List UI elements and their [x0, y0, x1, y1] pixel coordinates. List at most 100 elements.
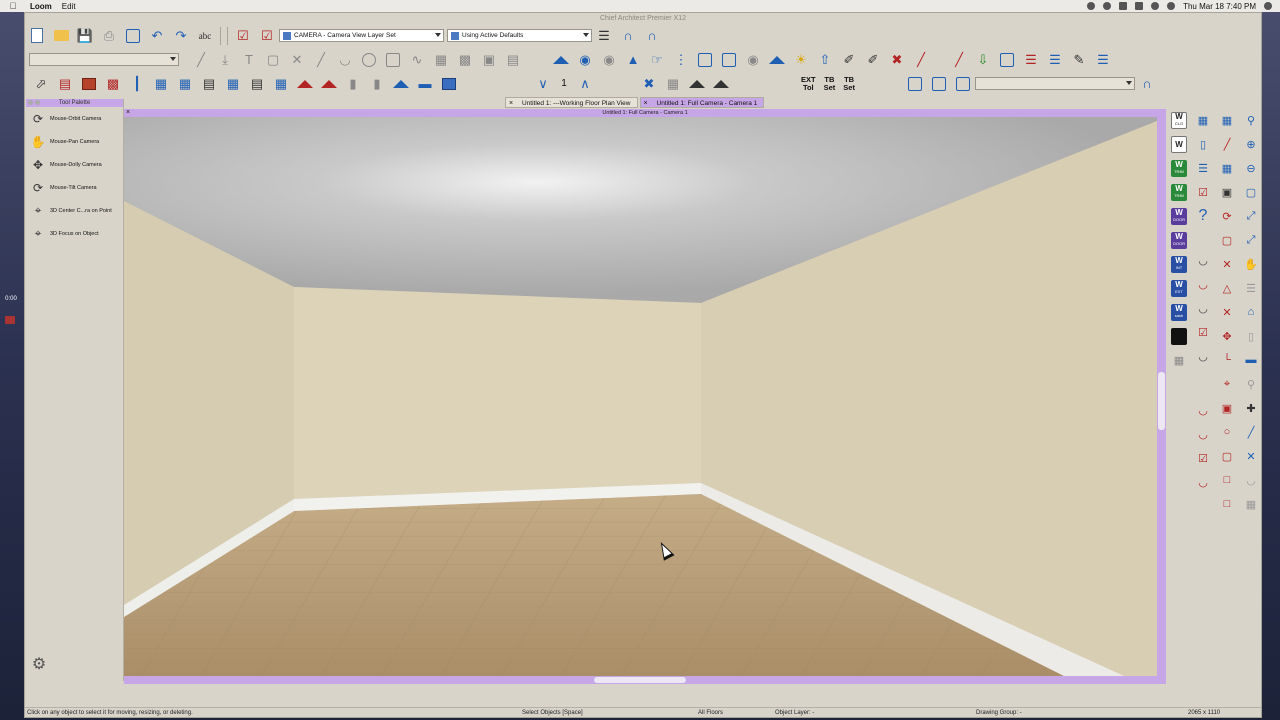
hatch-icon[interactable]: ▩ [455, 50, 475, 70]
help-icon[interactable]: ? [1193, 206, 1213, 226]
object-3d-icon[interactable] [439, 74, 459, 94]
save-icon[interactable]: 💾 [75, 26, 95, 46]
select-arrow-icon[interactable]: ⬀ [31, 74, 51, 94]
tab-floor-plan[interactable]: × Untitled 1: ---Working Floor Plan View [505, 97, 638, 108]
wall-trim-alt-button[interactable]: W TRIM [1169, 182, 1189, 202]
material-icon[interactable]: ✖ [887, 50, 907, 70]
cad-x-icon[interactable]: ✕ [287, 50, 307, 70]
move-icon[interactable]: ✥ [1217, 326, 1237, 346]
stair-icon[interactable]: ▩ [103, 74, 123, 94]
vertical-scrollbar[interactable] [1157, 117, 1166, 676]
texture-icon[interactable]: ╱ [911, 50, 931, 70]
battery-icon[interactable] [1135, 2, 1144, 10]
library-icon[interactable] [391, 74, 411, 94]
redo-icon[interactable]: ↷ [171, 26, 191, 46]
door-icon[interactable]: ┃ [127, 74, 147, 94]
tab-camera[interactable]: × Untitled 1: Full Camera - Camera 1 [639, 97, 765, 109]
scroll-thumb[interactable] [594, 677, 686, 683]
arc-icon[interactable]: ◡ [335, 50, 355, 70]
delete-icon[interactable]: ✕ [1217, 254, 1237, 274]
crosshair-icon[interactable]: ✚ [1241, 398, 1261, 418]
magnet-icon[interactable]: ∩ [618, 26, 638, 46]
export-icon[interactable]: ⇧ [815, 50, 835, 70]
floor-up-icon[interactable]: ∧ [575, 74, 595, 94]
deck-icon[interactable]: ▮ [367, 74, 387, 94]
trim-icon[interactable]: ▬ [415, 74, 435, 94]
horizontal-scrollbar[interactable] [124, 676, 1166, 684]
gear-icon[interactable] [1103, 2, 1112, 10]
line-icon[interactable]: ╱ [311, 50, 331, 70]
close-icon[interactable]: × [644, 98, 648, 109]
dropbox-icon[interactable] [1119, 2, 1128, 10]
ext-tol-button[interactable]: EXT Tol [799, 74, 818, 94]
text-icon[interactable]: T [239, 50, 259, 70]
edit-area-icon[interactable]: ▣ [1217, 398, 1237, 418]
house-outline-icon[interactable] [319, 74, 339, 94]
close-icon[interactable]: × [509, 98, 513, 109]
camera-alt-icon[interactable]: ◉ [599, 50, 619, 70]
stack-icon[interactable]: ☰ [1045, 50, 1065, 70]
section-icon[interactable]: ╱ [949, 50, 969, 70]
camera-3d-view[interactable] [124, 117, 1157, 676]
copy-icon[interactable]: ▣ [1217, 182, 1237, 202]
palette-item-dolly[interactable]: ✥ Mouse-Dolly Camera [26, 153, 123, 176]
control-center-icon[interactable] [1264, 2, 1272, 10]
page-icon[interactable]: ▯ [1241, 326, 1261, 346]
arc-red-icon[interactable]: ◡ [1193, 274, 1213, 294]
house-zoom-icon[interactable]: ⌂ [1241, 302, 1261, 322]
mirror-icon[interactable]: ✕ [1217, 302, 1237, 322]
print-view-icon[interactable] [953, 74, 973, 94]
new-file-icon[interactable] [27, 26, 47, 46]
spline-icon[interactable]: ∿ [407, 50, 427, 70]
pencil-icon[interactable]: ✎ [1069, 50, 1089, 70]
tb-set-button[interactable]: TB Set [822, 74, 838, 94]
wall-int-button[interactable]: W INT [1169, 254, 1189, 274]
fill-icon[interactable]: ▦ [431, 50, 451, 70]
palette-item-center[interactable]: ⌖ 3D Center C...ra on Point [26, 199, 123, 222]
gear-icon[interactable]: ⚙ [29, 655, 49, 675]
rectangle-icon[interactable] [383, 50, 403, 70]
undo-icon[interactable]: ↶ [147, 26, 167, 46]
curve-check-icon[interactable]: ☑ [1193, 322, 1213, 342]
arc-gray-icon[interactable]: ◡ [1241, 470, 1261, 490]
box-select-icon[interactable]: ▢ [1217, 230, 1237, 250]
layer-check-icon[interactable]: ☑ [257, 26, 277, 46]
wall-sash-button[interactable]: Wsash [1169, 302, 1189, 322]
roof-tool-icon[interactable]: ▤ [247, 74, 267, 94]
minimize-dot[interactable] [35, 100, 40, 105]
search-gray-icon[interactable]: ⚲ [1241, 374, 1261, 394]
arc-edit-icon[interactable]: ◡ [1193, 250, 1213, 270]
snap-icon[interactable]: ✕ [1241, 446, 1261, 466]
plane-dropdown[interactable] [29, 53, 179, 66]
wall-plain-button[interactable]: W [1169, 134, 1189, 154]
zoom-icon[interactable]: ⚲ [1241, 110, 1261, 130]
open-folder-icon[interactable] [51, 26, 71, 46]
house-dark-icon[interactable] [711, 74, 731, 94]
elevation-icon[interactable] [997, 50, 1017, 70]
eyedropper-icon[interactable]: ✐ [839, 50, 859, 70]
rotate-icon[interactable]: ⟳ [1217, 206, 1237, 226]
layer-bar-icon[interactable]: ▬ [1241, 350, 1261, 370]
light-bulb-icon[interactable]: ☀ [791, 50, 811, 70]
layers-icon[interactable]: ☰ [1021, 50, 1041, 70]
library-dropdown[interactable] [974, 77, 1135, 90]
print-icon[interactable]: ⎙ [99, 26, 119, 46]
arrow-box-icon[interactable]: ▢ [1217, 446, 1237, 466]
circle-red-icon[interactable]: ○ [1217, 422, 1237, 442]
room-icon[interactable]: ▦ [175, 74, 195, 94]
wall-clg-button[interactable]: W CLG [1169, 110, 1189, 130]
cad-block-icon[interactable]: ▣ [479, 50, 499, 70]
electrical-icon[interactable]: ▦ [223, 74, 243, 94]
house-view-icon[interactable] [767, 50, 787, 70]
wifi-icon[interactable] [1151, 2, 1160, 10]
fillet-icon[interactable]: ◡ [1193, 472, 1213, 492]
zoom-window-icon[interactable]: ▢ [1241, 182, 1261, 202]
grid-edit-icon[interactable]: ▦ [1217, 158, 1237, 178]
wall-tool-icon[interactable]: ▤ [55, 74, 75, 94]
layer-display-icon[interactable]: ☑ [233, 26, 253, 46]
wall-door-button[interactable]: W DOOR [1169, 206, 1189, 226]
grid-icon[interactable]: ▦ [1169, 350, 1189, 370]
dimension-icon[interactable]: ⤓ [215, 50, 235, 70]
search-icon[interactable] [1167, 2, 1176, 10]
defaults-tool-icon[interactable]: ☰ [594, 26, 614, 46]
